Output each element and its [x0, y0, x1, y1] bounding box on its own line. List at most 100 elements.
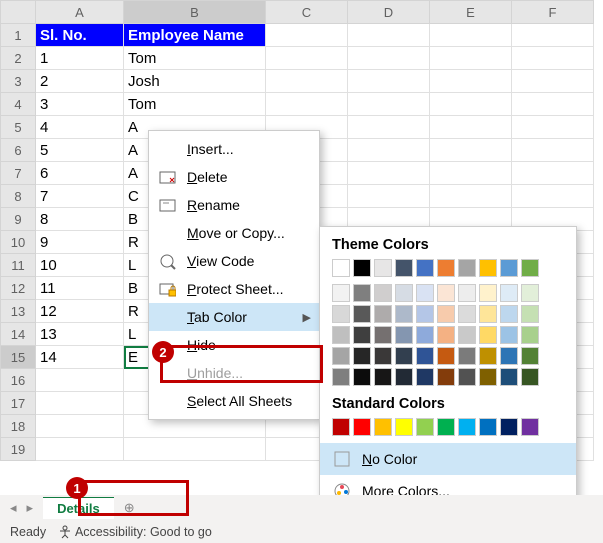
color-swatch[interactable] [395, 347, 413, 365]
col-header-f[interactable]: F [512, 1, 594, 24]
color-swatch[interactable] [437, 368, 455, 386]
color-swatch[interactable] [395, 326, 413, 344]
color-swatch[interactable] [479, 305, 497, 323]
color-swatch[interactable] [521, 368, 539, 386]
color-swatch[interactable] [521, 347, 539, 365]
status-bar: Ready Accessibility: Good to go [0, 521, 603, 543]
menu-hide[interactable]: Hide [149, 331, 319, 359]
color-swatch[interactable] [416, 259, 434, 277]
color-swatch[interactable] [458, 368, 476, 386]
row-header[interactable]: 1 [1, 24, 36, 47]
color-swatch[interactable] [458, 326, 476, 344]
color-swatch[interactable] [416, 418, 434, 436]
menu-insert[interactable]: Insert... [149, 135, 319, 163]
color-swatch[interactable] [374, 305, 392, 323]
color-swatch[interactable] [479, 347, 497, 365]
color-swatch[interactable] [353, 347, 371, 365]
select-all-corner[interactable] [1, 1, 36, 24]
color-swatch[interactable] [332, 259, 350, 277]
col-header-a[interactable]: A [36, 1, 124, 24]
color-swatch[interactable] [353, 326, 371, 344]
color-swatch[interactable] [416, 305, 434, 323]
color-swatch[interactable] [332, 368, 350, 386]
cell-b1[interactable]: Employee Name [124, 24, 266, 47]
color-swatch[interactable] [332, 305, 350, 323]
menu-rename[interactable]: Rename [149, 191, 319, 219]
col-header-b[interactable]: B [124, 1, 266, 24]
new-sheet-button[interactable]: ⊕ [114, 500, 145, 516]
color-swatch[interactable] [374, 259, 392, 277]
color-swatch[interactable] [374, 326, 392, 344]
color-swatch[interactable] [395, 284, 413, 302]
color-swatch[interactable] [395, 259, 413, 277]
color-swatch[interactable] [332, 418, 350, 436]
color-swatch[interactable] [458, 284, 476, 302]
sheet-tab-details[interactable]: Details [43, 497, 114, 519]
color-swatch[interactable] [521, 418, 539, 436]
color-swatch[interactable] [332, 326, 350, 344]
color-swatch[interactable] [479, 259, 497, 277]
menu-protect-sheet[interactable]: Protect Sheet... [149, 275, 319, 303]
color-swatch[interactable] [500, 305, 518, 323]
menu-tab-color[interactable]: Tab Color▶ [149, 303, 319, 331]
color-swatch[interactable] [437, 284, 455, 302]
nav-prev-icon[interactable]: ◂ [10, 500, 17, 516]
accessibility-status[interactable]: Accessibility: Good to go [58, 525, 212, 539]
menu-unhide: Unhide... [149, 359, 319, 387]
color-swatch[interactable] [521, 326, 539, 344]
nav-next-icon[interactable]: ▸ [27, 500, 34, 516]
menu-delete[interactable]: Delete [149, 163, 319, 191]
color-swatch[interactable] [437, 326, 455, 344]
color-swatch[interactable] [521, 259, 539, 277]
color-swatch[interactable] [458, 305, 476, 323]
color-swatch[interactable] [479, 418, 497, 436]
color-swatch[interactable] [353, 284, 371, 302]
cell-a1[interactable]: Sl. No. [36, 24, 124, 47]
theme-tints-grid [332, 284, 564, 386]
color-swatch[interactable] [395, 305, 413, 323]
menu-move-or-copy[interactable]: Move or Copy... [149, 219, 319, 247]
color-swatch[interactable] [395, 368, 413, 386]
menu-view-code[interactable]: View Code [149, 247, 319, 275]
no-color-item[interactable]: No Color [320, 443, 576, 475]
color-swatch[interactable] [374, 284, 392, 302]
color-swatch[interactable] [458, 347, 476, 365]
color-swatch[interactable] [353, 418, 371, 436]
col-header-c[interactable]: C [266, 1, 348, 24]
color-swatch[interactable] [395, 418, 413, 436]
color-swatch[interactable] [437, 418, 455, 436]
color-swatch[interactable] [521, 284, 539, 302]
color-swatch[interactable] [374, 347, 392, 365]
code-icon [157, 251, 177, 271]
color-swatch[interactable] [437, 259, 455, 277]
color-swatch[interactable] [416, 326, 434, 344]
color-swatch[interactable] [458, 259, 476, 277]
color-swatch[interactable] [458, 418, 476, 436]
col-header-e[interactable]: E [430, 1, 512, 24]
color-swatch[interactable] [500, 418, 518, 436]
color-swatch[interactable] [479, 284, 497, 302]
color-swatch[interactable] [416, 368, 434, 386]
color-swatch[interactable] [353, 259, 371, 277]
color-swatch[interactable] [479, 326, 497, 344]
color-swatch[interactable] [353, 305, 371, 323]
no-color-icon [332, 449, 352, 469]
color-swatch[interactable] [374, 368, 392, 386]
color-swatch[interactable] [437, 305, 455, 323]
color-swatch[interactable] [416, 347, 434, 365]
color-swatch[interactable] [521, 305, 539, 323]
color-swatch[interactable] [416, 284, 434, 302]
color-swatch[interactable] [500, 259, 518, 277]
color-swatch[interactable] [500, 347, 518, 365]
color-swatch[interactable] [353, 368, 371, 386]
color-swatch[interactable] [374, 418, 392, 436]
color-swatch[interactable] [437, 347, 455, 365]
color-swatch[interactable] [332, 284, 350, 302]
menu-select-all-sheets[interactable]: Select All Sheets [149, 387, 319, 415]
col-header-d[interactable]: D [348, 1, 430, 24]
color-swatch[interactable] [332, 347, 350, 365]
color-swatch[interactable] [500, 368, 518, 386]
color-swatch[interactable] [500, 284, 518, 302]
color-swatch[interactable] [479, 368, 497, 386]
color-swatch[interactable] [500, 326, 518, 344]
